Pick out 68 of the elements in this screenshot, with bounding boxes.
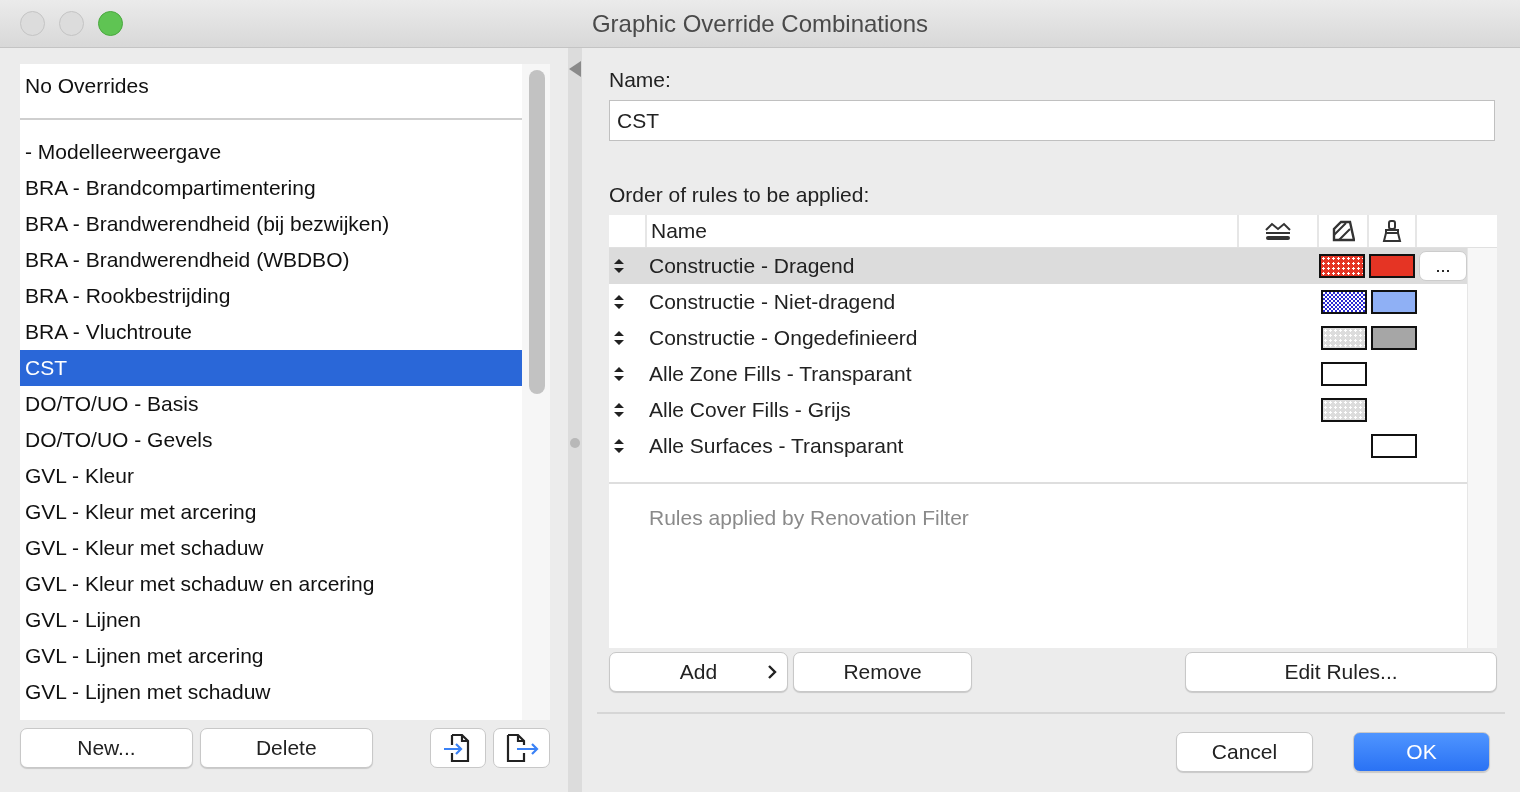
list-item[interactable]: DO/TO/UO - Gevels (20, 422, 522, 458)
list-item[interactable]: GVL - Lijnen met arcering (20, 638, 522, 674)
list-item[interactable]: CST (20, 350, 522, 386)
cancel-button[interactable]: Cancel (1176, 732, 1313, 772)
list-item[interactable]: GVL - Kleur met schaduw en arcering (20, 566, 522, 602)
list-item[interactable]: GVL - Kleur met schaduw (20, 530, 522, 566)
fill-swatch[interactable] (1319, 254, 1366, 278)
new-button[interactable]: New... (20, 728, 193, 768)
surface-swatch[interactable] (1369, 254, 1416, 278)
layers-icon (1264, 221, 1292, 241)
sort-arrows-icon[interactable] (613, 402, 625, 418)
list-item[interactable]: BRA - Brandwerendheid (WBDBO) (20, 242, 522, 278)
list-item[interactable]: GVL - Lijnen (20, 602, 522, 638)
fill-swatch[interactable] (1321, 362, 1367, 386)
hatch-fill-icon (1331, 220, 1355, 242)
sort-arrows-icon[interactable] (613, 258, 625, 274)
rule-name: Constructie - Niet-dragend (649, 290, 897, 314)
collapse-arrow-icon[interactable] (568, 60, 582, 78)
ok-button[interactable]: OK (1353, 732, 1490, 772)
scrollbar-thumb[interactable] (529, 70, 545, 394)
edit-rules-button[interactable]: Edit Rules... (1185, 652, 1497, 692)
remove-button[interactable]: Remove (793, 652, 972, 692)
list-item[interactable]: BRA - Brandcompartimentering (20, 170, 522, 206)
list-item[interactable]: GVL - Kleur met arcering (20, 494, 522, 530)
sort-arrows-icon[interactable] (613, 366, 625, 382)
surface-swatch[interactable] (1371, 434, 1417, 458)
delete-button[interactable]: Delete (199, 728, 373, 768)
rule-name: Constructie - Ongedefinieerd (649, 326, 919, 350)
list-item[interactable]: DO/TO/UO - Basis (20, 386, 522, 422)
rule-name: Alle Cover Fills - Grijs (649, 398, 852, 422)
export-button[interactable] (493, 728, 550, 768)
list-item[interactable]: No Overrides (20, 68, 522, 104)
renovation-note: Rules applied by Renovation Filter (648, 505, 970, 530)
rule-row[interactable]: Constructie - Ongedefinieerd (609, 320, 1467, 356)
more-options-button[interactable]: ... (1419, 251, 1467, 281)
export-file-icon (504, 732, 539, 764)
rule-name: Alle Surfaces - Transparant (649, 434, 905, 458)
rule-row[interactable]: Alle Cover Fills - Grijs (609, 392, 1467, 428)
fill-swatch[interactable] (1321, 326, 1367, 350)
rules-label: Order of rules to be applied: (609, 183, 871, 207)
window-title: Graphic Override Combinations (591, 9, 929, 37)
name-label: Name: (609, 68, 672, 92)
fill-swatch[interactable] (1321, 398, 1367, 422)
list-item[interactable]: BRA - Brandwerendheid (bij bezwijken) (20, 206, 522, 242)
paintbrush-icon (1382, 220, 1402, 242)
splitter-handle-icon[interactable] (570, 438, 580, 448)
add-button[interactable]: Add (609, 652, 788, 692)
rule-row[interactable]: Constructie - Niet-dragend (609, 284, 1467, 320)
list-item[interactable]: BRA - Vluchtroute (20, 314, 522, 350)
fill-swatch[interactable] (1321, 290, 1367, 314)
sort-arrows-icon[interactable] (613, 294, 625, 310)
list-item[interactable]: GVL - Kleur (20, 458, 522, 494)
name-input[interactable]: CST (609, 100, 1495, 141)
surface-swatch[interactable] (1371, 326, 1417, 350)
import-button[interactable] (429, 728, 487, 768)
surface-swatch[interactable] (1371, 290, 1417, 314)
rule-row[interactable]: Constructie - Dragend ... (609, 248, 1467, 284)
rule-name: Alle Zone Fills - Transparant (649, 362, 913, 386)
sort-arrows-icon[interactable] (613, 330, 625, 346)
sort-arrows-icon[interactable] (613, 438, 625, 454)
scrollbar-track[interactable] (1467, 248, 1497, 648)
list-item[interactable]: BRA - Rookbestrijding (20, 278, 522, 314)
list-item[interactable]: GVL - Lijnen met schaduw (20, 674, 522, 710)
chevron-right-icon (767, 665, 777, 679)
rule-name: Constructie - Dragend (648, 254, 856, 278)
list-item[interactable]: - Modelleerweergave (20, 134, 522, 170)
rule-row[interactable]: Alle Surfaces - Transparant (609, 428, 1467, 464)
rule-row[interactable]: Alle Zone Fills - Transparant (609, 356, 1467, 392)
